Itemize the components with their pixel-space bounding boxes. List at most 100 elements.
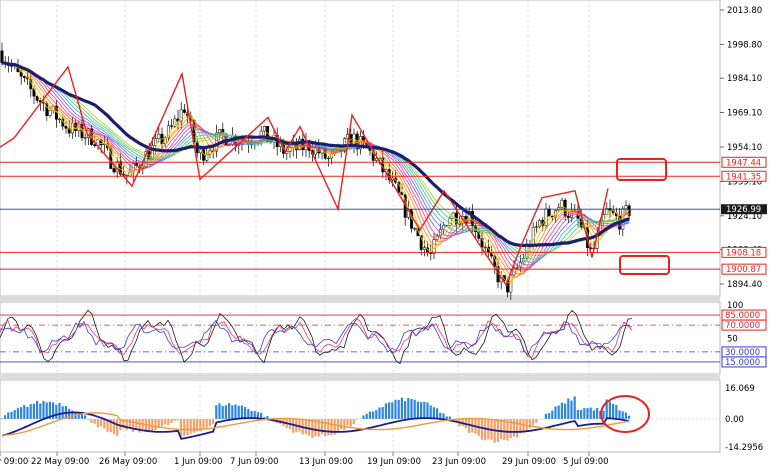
macd-histogram-bar — [33, 404, 35, 419]
macd-histogram-bar — [382, 407, 384, 419]
macd-histogram-bar — [4, 415, 6, 419]
macd-histogram-bar — [580, 410, 582, 419]
macd-histogram-bar — [238, 406, 240, 419]
candle-body — [391, 178, 393, 180]
macd-histogram-bar — [180, 419, 182, 436]
macd-histogram-bar — [618, 410, 620, 419]
macd-histogram-bar — [84, 415, 86, 419]
macd-histogram-bar — [567, 399, 569, 419]
macd-histogram-bar — [228, 403, 230, 419]
macd-histogram-bar — [417, 402, 419, 419]
candle-body — [484, 247, 486, 248]
osc-axis-label: 50 — [727, 335, 738, 345]
macd-histogram-bar — [586, 408, 588, 419]
macd-histogram-bar — [58, 403, 60, 419]
macd-histogram-bar — [167, 419, 169, 425]
candle-body — [516, 267, 518, 268]
macd-histogram-bar — [625, 412, 627, 419]
candle-body — [58, 119, 60, 120]
macd-histogram-bar — [17, 408, 19, 419]
time-label: 1 Jun 09:00 — [174, 457, 223, 467]
macd-histogram-bar — [215, 405, 217, 419]
macd-histogram-bar — [330, 419, 332, 435]
macd-histogram-bar — [449, 417, 451, 419]
macd-histogram-bar — [558, 405, 560, 419]
macd-histogram-bar — [350, 419, 352, 426]
macd-histogram-bar — [433, 407, 435, 419]
macd-histogram-bar — [426, 402, 428, 419]
candle-body — [49, 110, 51, 115]
macd-histogram-bar — [190, 419, 192, 434]
macd-histogram-bar — [20, 407, 22, 419]
level-label: 1947.44 — [726, 158, 761, 168]
candle-body — [183, 110, 185, 113]
macd-histogram-bar — [206, 419, 208, 428]
macd-histogram-bar — [372, 411, 374, 419]
macd-histogram-bar — [186, 419, 188, 435]
macd-histogram-bar — [615, 405, 617, 419]
macd-histogram-bar — [308, 419, 310, 436]
macd-histogram-bar — [570, 400, 572, 419]
macd-histogram-bar — [305, 419, 307, 434]
osc-level-label: 15.0000 — [725, 358, 760, 368]
macd-histogram-bar — [366, 414, 368, 419]
macd-histogram-bar — [410, 399, 412, 419]
macd-histogram-bar — [103, 419, 105, 429]
macd-histogram-bar — [622, 411, 624, 419]
macd-histogram-bar — [55, 405, 57, 419]
macd-histogram-bar — [535, 419, 537, 423]
time-label: 23 Jun 09:00 — [432, 457, 486, 467]
macd-histogram-bar — [564, 403, 566, 419]
macd-histogram-bar — [97, 419, 99, 427]
candle-body — [535, 227, 537, 228]
macd-histogram-bar — [10, 412, 12, 419]
macd-histogram-bar — [468, 419, 470, 433]
level-label: 1941.35 — [726, 172, 761, 182]
macd-histogram-bar — [212, 419, 214, 424]
macd-histogram-bar — [193, 419, 195, 433]
macd-histogram-bar — [577, 410, 579, 419]
price-label: 1984.10 — [727, 74, 762, 84]
time-label: 29 Jun 09:00 — [502, 457, 556, 467]
macd-histogram-bar — [385, 403, 387, 419]
candle-body — [423, 248, 425, 250]
time-label: 19 Jun 09:00 — [367, 457, 421, 467]
macd-histogram-bar — [420, 402, 422, 419]
trading-chart[interactable]: 2013.801998.801984.101969.101954.101939.… — [0, 0, 770, 468]
candle-body — [113, 169, 115, 172]
candle-body — [263, 126, 265, 131]
time-label: 19 May 09:00 — [0, 457, 28, 467]
price-label: 1954.10 — [727, 143, 762, 153]
macd-histogram-bar — [484, 419, 486, 440]
macd-histogram-bar — [394, 400, 396, 419]
macd-histogram-bar — [222, 406, 224, 419]
time-axis: 19 May 09:0022 May 09:00 26 May 09:00 1 Ju… — [0, 452, 609, 467]
candle-body — [327, 158, 329, 159]
candle-body — [1, 51, 3, 63]
price-label: 2013.80 — [727, 6, 762, 16]
macd-histogram-bar — [324, 419, 326, 436]
macd-histogram-bar — [36, 401, 38, 419]
price-label: 1969.10 — [727, 109, 762, 119]
macd-histogram-bar — [596, 408, 598, 419]
macd-axis: 16.0690.00-14.2956 — [725, 384, 763, 453]
macd-histogram-bar — [244, 407, 246, 419]
macd-histogram-bar — [183, 419, 185, 436]
macd-histogram-bar — [574, 396, 576, 419]
price-label: 1894.40 — [727, 280, 762, 290]
macd-histogram-bar — [612, 404, 614, 419]
macd-histogram-bar — [554, 407, 556, 419]
macd-histogram-bar — [42, 401, 44, 419]
time-label: 26 May 09:00 — [99, 457, 157, 467]
macd-histogram-bar — [202, 419, 204, 428]
candle-body — [414, 228, 416, 229]
level-label: 1900.87 — [726, 265, 761, 275]
macd-histogram-bar — [154, 419, 156, 430]
time-label: 22 May 09:00 — [31, 457, 89, 467]
macd-axis-label: -14.2956 — [725, 443, 763, 453]
macd-histogram-bar — [500, 419, 502, 439]
macd-histogram-bar — [609, 402, 611, 419]
macd-histogram-bar — [378, 408, 380, 419]
macd-histogram-bar — [113, 419, 115, 434]
macd-histogram-bar — [442, 413, 444, 419]
